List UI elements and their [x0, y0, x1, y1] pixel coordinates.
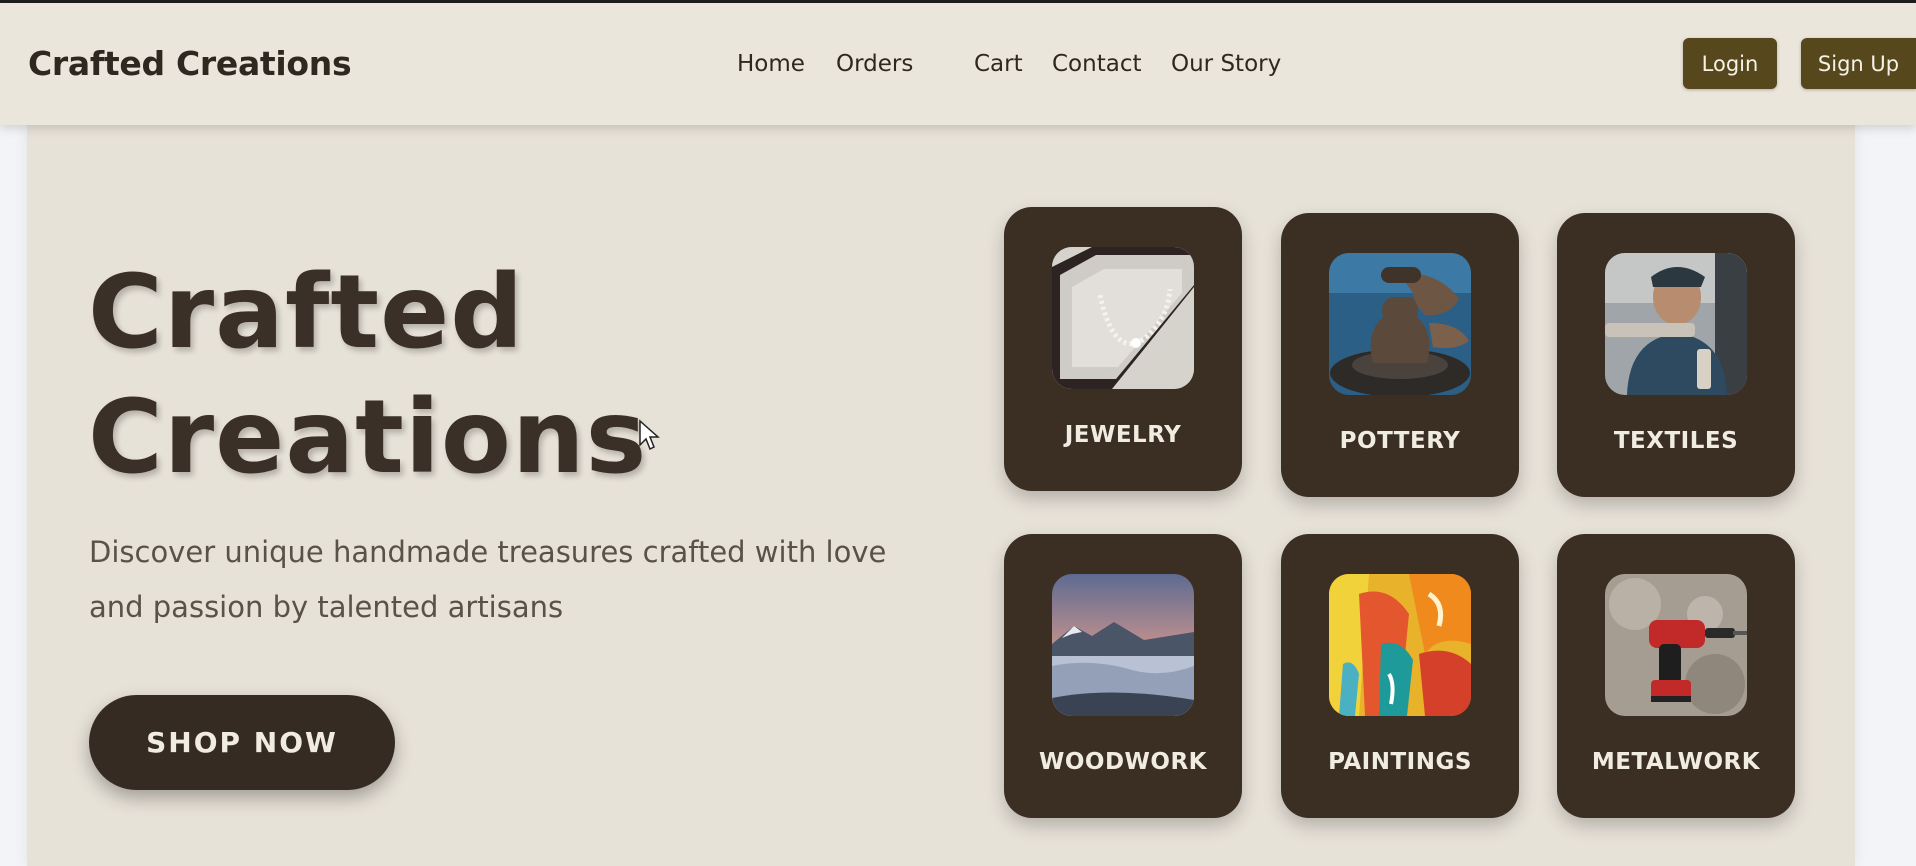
nav-home[interactable]: Home: [737, 51, 805, 77]
category-label: POTTERY: [1339, 428, 1461, 454]
pearl-necklace-image: [1052, 247, 1194, 389]
category-card-woodwork[interactable]: WOODWORK: [1004, 534, 1242, 818]
nav-our-story[interactable]: Our Story: [1171, 51, 1281, 77]
mountain-landscape-image: [1052, 574, 1194, 716]
category-card-jewelry[interactable]: JEWELRY: [1004, 207, 1242, 491]
hero-section: Crafted Creations Discover unique handma…: [27, 125, 1855, 866]
power-drill-image: [1605, 574, 1747, 716]
nav-cart[interactable]: Cart: [974, 51, 1023, 77]
category-label: PAINTINGS: [1328, 749, 1472, 775]
category-card-paintings[interactable]: PAINTINGS: [1281, 534, 1519, 818]
hero-title-line1: Crafted: [88, 253, 525, 372]
category-card-textiles[interactable]: TEXTILES: [1557, 213, 1795, 497]
abstract-paint-image: [1329, 574, 1471, 716]
category-label: JEWELRY: [1064, 422, 1182, 448]
top-navbar: Crafted Creations Home Orders Cart Conta…: [0, 3, 1916, 125]
login-button[interactable]: Login: [1683, 38, 1777, 89]
nav-contact[interactable]: Contact: [1052, 51, 1141, 77]
category-label: METALWORK: [1591, 749, 1761, 775]
category-card-metalwork[interactable]: METALWORK: [1557, 534, 1795, 818]
hero-title-line2: Creations: [88, 378, 648, 497]
hero-subtitle: Discover unique handmade treasures craft…: [89, 535, 887, 624]
category-label: WOODWORK: [1038, 749, 1208, 775]
nav-orders[interactable]: Orders: [836, 51, 913, 77]
shop-now-button[interactable]: SHOP NOW: [89, 695, 395, 790]
brand-logo[interactable]: Crafted Creations: [28, 44, 352, 83]
mouse-cursor-icon: [639, 419, 660, 451]
hero-title: Crafted Creations: [88, 250, 647, 500]
category-card-pottery[interactable]: POTTERY: [1281, 213, 1519, 497]
signup-button[interactable]: Sign Up: [1801, 38, 1916, 89]
category-label: TEXTILES: [1613, 428, 1739, 454]
craftsman-image: [1605, 253, 1747, 395]
pottery-wheel-image: [1329, 253, 1471, 395]
